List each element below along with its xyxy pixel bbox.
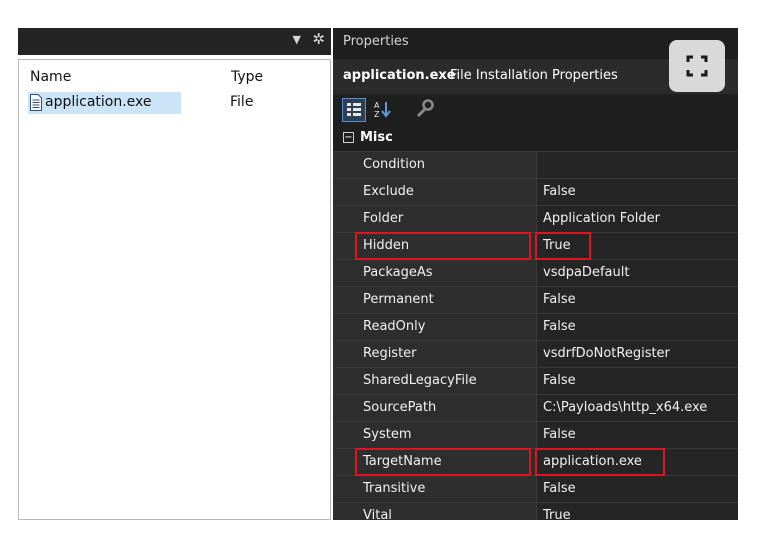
- property-row[interactable]: ReadOnly False: [333, 313, 738, 340]
- column-header-type[interactable]: Type: [231, 69, 263, 85]
- property-row[interactable]: TargetName application.exe: [333, 448, 738, 475]
- property-row[interactable]: Transitive False: [333, 475, 738, 502]
- file-system-pane: ▼ ✲ Name Type application.exe File: [18, 28, 331, 520]
- property-value[interactable]: vsdrfDoNotRegister: [537, 341, 738, 367]
- row-gutter: [333, 422, 357, 448]
- property-name[interactable]: SourcePath: [357, 395, 537, 421]
- property-value[interactable]: False: [537, 422, 738, 448]
- property-row[interactable]: Vital True: [333, 502, 738, 520]
- property-name[interactable]: System: [357, 422, 537, 448]
- property-name[interactable]: Vital: [357, 503, 537, 520]
- row-gutter: [333, 368, 357, 394]
- property-name[interactable]: Condition: [357, 152, 537, 178]
- property-name[interactable]: Permanent: [357, 287, 537, 313]
- row-gutter: [333, 260, 357, 286]
- row-gutter: [333, 179, 357, 205]
- category-label: Misc: [360, 130, 393, 145]
- property-row[interactable]: Condition: [333, 151, 738, 178]
- svg-text:Z: Z: [374, 110, 380, 119]
- object-description: File Installation Properties: [450, 68, 618, 83]
- property-row[interactable]: System False: [333, 421, 738, 448]
- row-gutter: [333, 341, 357, 367]
- property-value[interactable]: False: [537, 179, 738, 205]
- row-gutter: [333, 476, 357, 502]
- property-value[interactable]: True: [537, 503, 738, 520]
- property-name[interactable]: TargetName: [357, 449, 537, 475]
- property-name[interactable]: PackageAs: [357, 260, 537, 286]
- properties-window: Properties application.exe File Installa…: [333, 28, 738, 520]
- row-gutter: [333, 395, 357, 421]
- property-row[interactable]: Register vsdrfDoNotRegister: [333, 340, 738, 367]
- property-value[interactable]: False: [537, 476, 738, 502]
- row-gutter: [333, 287, 357, 313]
- property-grid: − Misc Condition Exclude False Folder Applic…: [333, 126, 738, 520]
- property-row[interactable]: Permanent False: [333, 286, 738, 313]
- row-gutter: [333, 233, 357, 259]
- properties-toolbar: A Z: [333, 96, 738, 124]
- property-value[interactable]: False: [537, 368, 738, 394]
- collapse-icon[interactable]: −: [343, 132, 354, 143]
- row-gutter: [333, 449, 357, 475]
- property-value[interactable]: application.exe: [537, 449, 738, 475]
- file-type: File: [230, 94, 254, 110]
- property-row[interactable]: Hidden True: [333, 232, 738, 259]
- expand-icon[interactable]: [669, 40, 725, 92]
- property-value[interactable]: Application Folder: [537, 206, 738, 232]
- property-name[interactable]: Exclude: [357, 179, 537, 205]
- property-row[interactable]: Folder Application Folder: [333, 205, 738, 232]
- property-value[interactable]: True: [537, 233, 738, 259]
- row-gutter: [333, 206, 357, 232]
- pane-titlebar: ▼ ✲: [18, 28, 331, 55]
- property-row[interactable]: Exclude False: [333, 178, 738, 205]
- file-icon: [30, 94, 42, 111]
- row-gutter: [333, 152, 357, 178]
- list-item[interactable]: application.exe: [28, 92, 181, 114]
- property-value[interactable]: C:\Payloads\http_x64.exe: [537, 395, 738, 421]
- file-name: application.exe: [45, 94, 152, 110]
- property-pages-icon[interactable]: [413, 98, 435, 120]
- property-value[interactable]: False: [537, 314, 738, 340]
- svg-text:A: A: [374, 101, 380, 110]
- dropdown-arrow-icon[interactable]: ▼: [293, 33, 301, 46]
- property-name[interactable]: Transitive: [357, 476, 537, 502]
- column-header-name[interactable]: Name: [30, 69, 71, 85]
- property-row[interactable]: SharedLegacyFile False: [333, 367, 738, 394]
- categorized-icon[interactable]: [342, 98, 366, 122]
- alphabetical-icon[interactable]: A Z: [371, 98, 393, 120]
- file-list: Name Type: [18, 59, 331, 520]
- object-name: application.exe: [343, 68, 456, 83]
- row-gutter: [333, 503, 357, 520]
- property-value[interactable]: False: [537, 287, 738, 313]
- gear-icon[interactable]: ✲: [312, 30, 325, 48]
- property-value[interactable]: [537, 152, 738, 178]
- property-name[interactable]: ReadOnly: [357, 314, 537, 340]
- properties-title: Properties: [343, 34, 409, 49]
- property-value[interactable]: vsdpaDefault: [537, 260, 738, 286]
- property-name[interactable]: Folder: [357, 206, 537, 232]
- property-name[interactable]: SharedLegacyFile: [357, 368, 537, 394]
- property-row[interactable]: PackageAs vsdpaDefault: [333, 259, 738, 286]
- property-name[interactable]: Register: [357, 341, 537, 367]
- property-row[interactable]: SourcePath C:\Payloads\http_x64.exe: [333, 394, 738, 421]
- category-misc[interactable]: − Misc: [333, 126, 738, 151]
- row-gutter: [333, 314, 357, 340]
- property-name[interactable]: Hidden: [357, 233, 537, 259]
